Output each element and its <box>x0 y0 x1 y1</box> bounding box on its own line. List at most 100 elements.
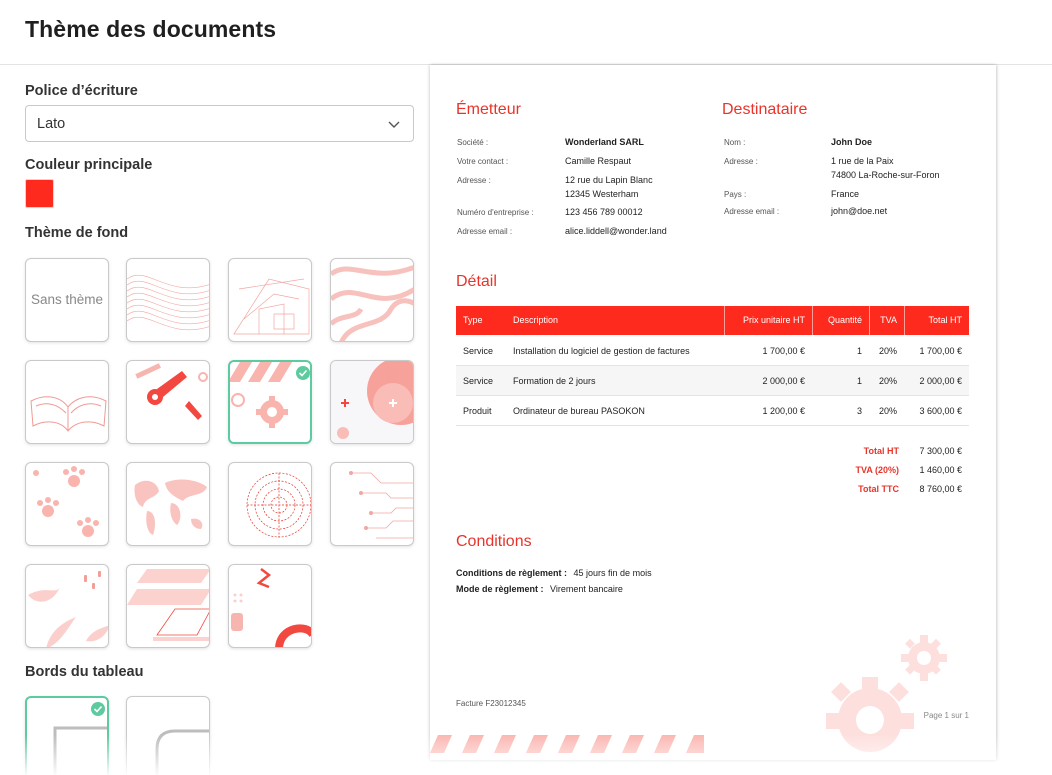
invoice-number: Facture F23012345 <box>456 699 526 708</box>
border-style-rounded[interactable] <box>126 696 210 775</box>
cell-description: Installation du logiciel de gestion de f… <box>513 346 690 356</box>
theme-tile-gears[interactable] <box>228 360 312 444</box>
theme-tile-tools[interactable] <box>126 360 210 444</box>
paw-prints-icon <box>33 466 99 537</box>
circuit-lines-icon <box>349 471 413 539</box>
font-select-value: Lato <box>37 116 66 132</box>
issuer-label: Numéro d'entreprise : <box>457 208 534 217</box>
issuer-label: Adresse : <box>457 176 491 185</box>
cell-type: Service <box>463 376 494 386</box>
issuer-label: Votre contact : <box>457 157 509 166</box>
color-label: Couleur principale <box>25 157 153 173</box>
invoice-preview: Émetteur Société : Wonderland SARL Votre… <box>430 65 996 760</box>
issuer-info: Société : Wonderland SARL Votre contact … <box>457 137 697 248</box>
diagonal-stripes-icon <box>127 569 209 641</box>
theme-tile-stripes[interactable] <box>126 564 210 648</box>
recipient-value: France <box>831 189 860 199</box>
table-row: Service Installation du logiciel de gest… <box>456 336 969 366</box>
detail-heading: Détail <box>456 273 497 290</box>
cell-quantity: 1 <box>856 376 862 386</box>
recipient-label: Nom : <box>724 138 746 147</box>
column-header: Description <box>513 315 559 325</box>
chevron-down-icon <box>388 121 400 128</box>
theme-tile-building[interactable] <box>228 258 312 342</box>
issuer-value: 123 456 789 00012 <box>565 207 643 217</box>
cell-total: 1 700,00 € <box>919 346 962 356</box>
payment-mode-value: Virement bancaire <box>550 584 623 594</box>
settings-panel: Police d’écriture Lato Couleur principal… <box>0 65 428 775</box>
check-icon <box>91 702 105 716</box>
issuer-value: 12 rue du Lapin Blanc <box>565 175 653 185</box>
circuit-circle-icon <box>246 472 311 538</box>
issuer-heading: Émetteur <box>456 101 521 118</box>
table-borders-label: Bords du tableau <box>25 664 144 680</box>
payment-mode-label: Mode de règlement : <box>456 584 544 594</box>
book-icon <box>30 396 107 432</box>
font-label: Police d’écriture <box>25 83 138 99</box>
page-number: Page 1 sur 1 <box>923 711 969 720</box>
cell-vat: 20% <box>878 406 897 416</box>
font-select[interactable]: Lato <box>25 105 414 142</box>
column-header: TVA <box>880 315 897 325</box>
vat-total-label: TVA (20%) <box>855 465 899 475</box>
theme-tile-shapes[interactable] <box>228 564 312 648</box>
topography-pattern-icon <box>331 265 413 341</box>
cell-description: Ordinateur de bureau PASOKON <box>513 406 645 416</box>
cell-quantity: 1 <box>856 346 862 356</box>
world-map-icon <box>134 479 207 535</box>
medical-icon <box>331 361 413 443</box>
tools-icon <box>135 363 208 420</box>
cell-vat: 20% <box>878 346 897 356</box>
color-swatch[interactable] <box>25 179 54 208</box>
abstract-shapes-icon <box>231 568 311 647</box>
table-row: Service Formation de 2 jours 2 000,00 € … <box>456 366 969 396</box>
rounded-border-icon <box>155 729 209 775</box>
cell-unit-price: 1 700,00 € <box>762 346 805 356</box>
recipient-value: John Doe <box>831 137 873 147</box>
check-icon <box>296 366 310 380</box>
recipient-heading: Destinataire <box>722 101 808 118</box>
page-title: Thème des documents <box>25 16 277 42</box>
theme-tile-worldmap[interactable] <box>126 462 210 546</box>
recipient-value: 1 rue de la Paix <box>831 156 894 166</box>
recipient-label: Adresse : <box>724 157 758 166</box>
payment-terms-label: Conditions de règlement : <box>456 568 568 578</box>
column-header: Quantité <box>827 315 862 325</box>
cell-description: Formation de 2 jours <box>513 376 596 386</box>
payment-terms-value: 45 jours fin de mois <box>573 568 652 578</box>
payment-terms: Conditions de règlement : 45 jours fin d… <box>456 568 652 578</box>
theme-tile-none[interactable]: Sans thème <box>25 258 109 342</box>
total-ttc-value: 8 760,00 € <box>919 484 962 494</box>
theme-tile-medical[interactable] <box>330 360 414 444</box>
cell-type: Produit <box>463 406 492 416</box>
column-header: Prix unitaire HT <box>742 315 805 325</box>
cell-unit-price: 1 200,00 € <box>762 406 805 416</box>
theme-tile-circuit-lines[interactable] <box>330 462 414 546</box>
theme-tile-book[interactable] <box>25 360 109 444</box>
table-header: Type Description Prix unitaire HT Quanti… <box>456 306 969 335</box>
recipient-label: Adresse email : <box>724 207 780 216</box>
border-style-square[interactable] <box>25 696 109 775</box>
theme-tile-leaves[interactable] <box>25 564 109 648</box>
issuer-value: alice.liddell@wonder.land <box>565 226 667 236</box>
issuer-value: Camille Respaut <box>565 156 632 166</box>
theme-tile-paws[interactable] <box>25 462 109 546</box>
recipient-label: Pays : <box>724 190 747 199</box>
cell-total: 3 600,00 € <box>919 406 962 416</box>
background-label: Thème de fond <box>25 225 129 241</box>
theme-tile-waves[interactable] <box>126 258 210 342</box>
column-header: Type <box>463 315 483 325</box>
cell-quantity: 3 <box>856 406 862 416</box>
issuer-value: 12345 Westerham <box>565 189 639 199</box>
recipient-value: 74800 La-Roche-sur-Foron <box>831 170 940 180</box>
no-theme-label: Sans thème <box>30 292 104 307</box>
page-header: Thème des documents <box>0 0 1052 65</box>
theme-tile-topography[interactable] <box>330 258 414 342</box>
theme-tile-circuit-circle[interactable] <box>228 462 312 546</box>
vat-total-value: 1 460,00 € <box>919 465 962 475</box>
cell-total: 2 000,00 € <box>919 376 962 386</box>
recipient-info: Nom : John Doe Adresse : 1 rue de la Pai… <box>724 137 984 228</box>
issuer-label: Adresse email : <box>457 227 513 236</box>
recipient-value: john@doe.net <box>831 206 888 216</box>
total-ht-label: Total HT <box>863 446 899 456</box>
